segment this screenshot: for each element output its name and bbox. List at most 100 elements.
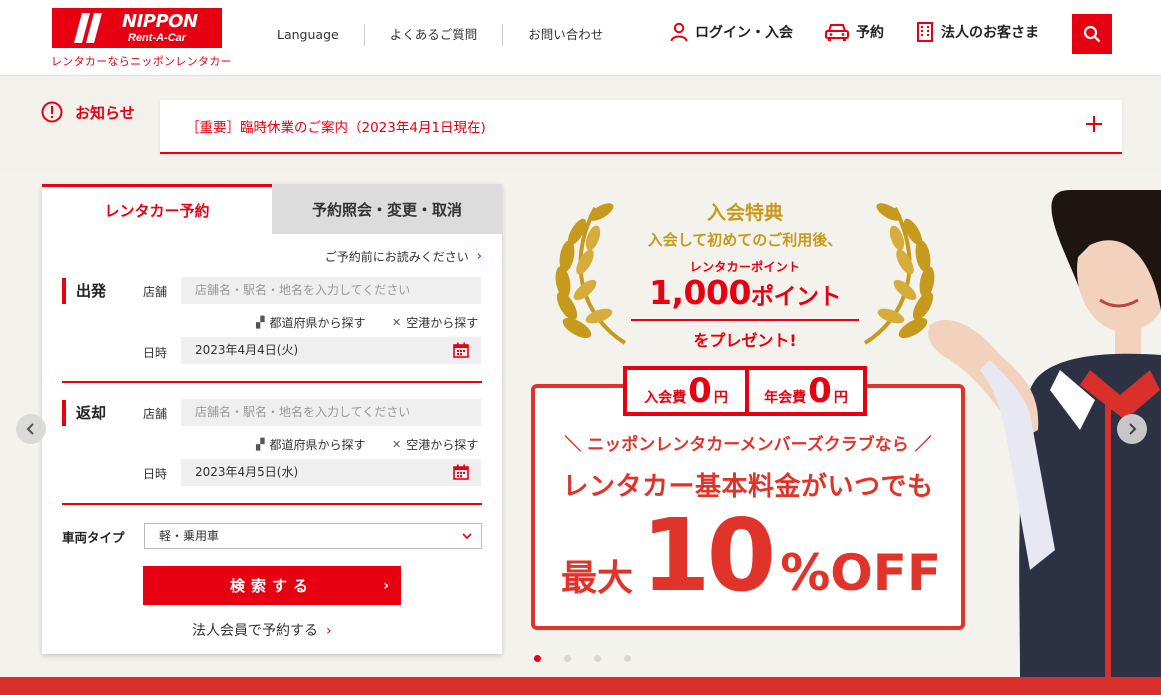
bottom-band	[0, 677, 1161, 695]
corporate-reserve-link[interactable]: 法人会員で予約する ›	[192, 620, 332, 640]
departure-date-input[interactable]: 2023年4月4日(火)	[181, 337, 481, 364]
reserve-label: 予約	[856, 25, 884, 41]
search-icon	[1083, 25, 1101, 43]
corporate-link[interactable]: 法人のお客さま	[916, 22, 1039, 42]
carousel-prev-button[interactable]	[16, 414, 46, 444]
annual-fee-yen: 円	[833, 390, 848, 406]
car-icon	[825, 24, 849, 41]
booking-panel: レンタカー予約 予約照会・変更・取消 ご予約前にお読みください › 出発 店舗 …	[42, 184, 502, 654]
annual-fee-label: 年会費	[764, 390, 807, 406]
calendar-icon[interactable]	[453, 464, 469, 480]
section-divider	[62, 381, 482, 383]
join-fee-value: 0	[688, 371, 712, 411]
expand-plus-icon[interactable]	[1084, 114, 1104, 134]
login-label: ログイン・入会	[695, 25, 793, 41]
join-fee: 入会費 0 円	[627, 370, 745, 412]
carousel-dot[interactable]	[564, 655, 571, 662]
benefit-points: 1,000ポイント	[620, 275, 870, 315]
user-icon	[670, 22, 688, 42]
join-fee-yen: 円	[713, 390, 728, 406]
contact-link[interactable]: お問い合わせ	[503, 24, 628, 46]
search-submit-label: 検索する	[229, 577, 314, 595]
main-nav: ログイン・入会 予約 法人のお客さま	[670, 22, 1071, 42]
return-airport-label: 空港から探す	[406, 438, 479, 452]
corporate-reserve-label: 法人会員で予約する	[192, 623, 318, 639]
vehicle-type-value: 軽・乗用車	[159, 529, 220, 543]
departure-prefecture-label: 都道府県から探す	[269, 316, 366, 330]
chevron-left-icon	[26, 423, 34, 435]
departure-store-label: 店舗	[143, 285, 168, 299]
promo-discount: 最大 10 %OFF	[561, 506, 941, 606]
tab-rental-reservation[interactable]: レンタカー予約	[42, 184, 272, 234]
vehicle-type-label: 車両タイプ	[62, 530, 125, 545]
reserve-link[interactable]: 予約	[825, 22, 884, 42]
return-date-input[interactable]: 2023年4月5日(水)	[181, 459, 481, 486]
carousel-dot[interactable]	[624, 655, 631, 662]
chevron-right-icon: ›	[326, 623, 332, 639]
return-title: 返却	[62, 400, 106, 426]
read-before-link[interactable]: ご予約前にお読みください ›	[325, 248, 482, 265]
points-unit: ポイント	[750, 284, 842, 310]
points-value: 1,000	[649, 273, 751, 312]
departure-prefecture-search[interactable]: ▞ 都道府県から探す	[256, 314, 365, 331]
annual-fee: 年会費 0 円	[749, 370, 863, 412]
promo-club-line: ＼ ニッポンレンタカーメンバーズクラブなら ／	[564, 435, 932, 455]
nippon-rent-a-car-logo[interactable]: NIPPON Rent-A-Car	[52, 8, 222, 48]
departure-datetime-label: 日時	[143, 346, 168, 360]
map-icon: ▞	[256, 438, 265, 451]
logo-text: NIPPON	[122, 11, 198, 32]
departure-store-input[interactable]: 店舗名・駅名・地名を入力してください	[181, 277, 481, 304]
return-store-input[interactable]: 店舗名・駅名・地名を入力してください	[181, 399, 481, 426]
return-datetime-label: 日時	[143, 467, 168, 481]
map-icon: ▞	[256, 316, 265, 329]
promo-banner[interactable]: ＼ ニッポンレンタカーメンバーズクラブなら ／ レンタカー基本料金がいつでも 最…	[531, 384, 965, 630]
membership-benefit-title: 入会特典 入会して初めてのご利用後、 レンタカーポイント 1,000ポイント を…	[620, 198, 870, 351]
tab-reservation-lookup[interactable]: 予約照会・変更・取消	[272, 184, 502, 234]
chevron-right-icon	[1129, 423, 1137, 435]
calendar-icon[interactable]	[453, 342, 469, 358]
building-icon	[917, 22, 933, 42]
promo-club-text: ニッポンレンタカーメンバーズクラブなら	[587, 435, 909, 455]
annual-fee-value: 0	[808, 371, 832, 411]
login-link[interactable]: ログイン・入会	[670, 22, 793, 42]
read-before-label: ご予約前にお読みください	[324, 250, 469, 264]
promo-off: %OFF	[780, 544, 942, 602]
chevron-down-icon	[462, 533, 472, 540]
benefit-line: 入会して初めてのご利用後、	[647, 231, 843, 249]
departure-airport-label: 空港から探す	[406, 316, 479, 330]
site-header: NIPPON Rent-A-Car レンタカーならニッポンレンタカー Langu…	[0, 0, 1161, 76]
booking-tabs: レンタカー予約 予約照会・変更・取消	[42, 184, 502, 234]
carousel-dot[interactable]	[594, 655, 601, 662]
benefit-present: をプレゼント!	[693, 331, 797, 350]
return-prefecture-search[interactable]: ▞ 都道府県から探す	[256, 436, 365, 453]
departure-date-value: 2023年4月4日(火)	[195, 343, 299, 357]
return-prefecture-label: 都道府県から探す	[269, 438, 366, 452]
carousel-next-button[interactable]	[1117, 414, 1147, 444]
faq-link[interactable]: よくあるご質問	[365, 24, 503, 46]
carousel-dots	[534, 655, 654, 662]
search-submit-button[interactable]: 検索する ›	[143, 566, 401, 605]
search-button[interactable]	[1072, 14, 1112, 54]
vehicle-type-select[interactable]: 軽・乗用車	[144, 523, 482, 549]
language-link[interactable]: Language	[252, 24, 364, 46]
notice-text: ［重要］臨時休業のご案内（2023年4月1日現在)	[186, 120, 486, 136]
fee-badge: 入会費 0 円 年会費 0 円	[623, 366, 867, 416]
benefit-heading: 入会特典	[706, 202, 783, 224]
utility-nav: Language よくあるご質問 お問い合わせ	[252, 24, 628, 46]
logo-subtext: Rent-A-Car	[128, 32, 187, 44]
carousel-dot[interactable]	[534, 655, 541, 662]
airplane-icon: ✕	[392, 316, 402, 329]
airplane-icon: ✕	[392, 438, 402, 451]
promo-max: 最大	[561, 558, 634, 599]
notice-label: お知らせ	[75, 103, 135, 122]
tagline: レンタカーならニッポンレンタカー	[51, 55, 232, 68]
alert-icon	[41, 101, 63, 123]
departure-airport-search[interactable]: ✕ 空港から探す	[392, 314, 478, 331]
promo-discount-value: 10	[641, 497, 776, 614]
notice-heading: お知らせ	[41, 101, 135, 123]
points-underline	[631, 319, 859, 321]
chevron-right-icon: ›	[476, 249, 482, 264]
notice-item[interactable]: ［重要］臨時休業のご案内（2023年4月1日現在)	[160, 100, 1122, 154]
return-date-value: 2023年4月5日(水)	[195, 465, 299, 479]
return-airport-search[interactable]: ✕ 空港から探す	[392, 436, 478, 453]
